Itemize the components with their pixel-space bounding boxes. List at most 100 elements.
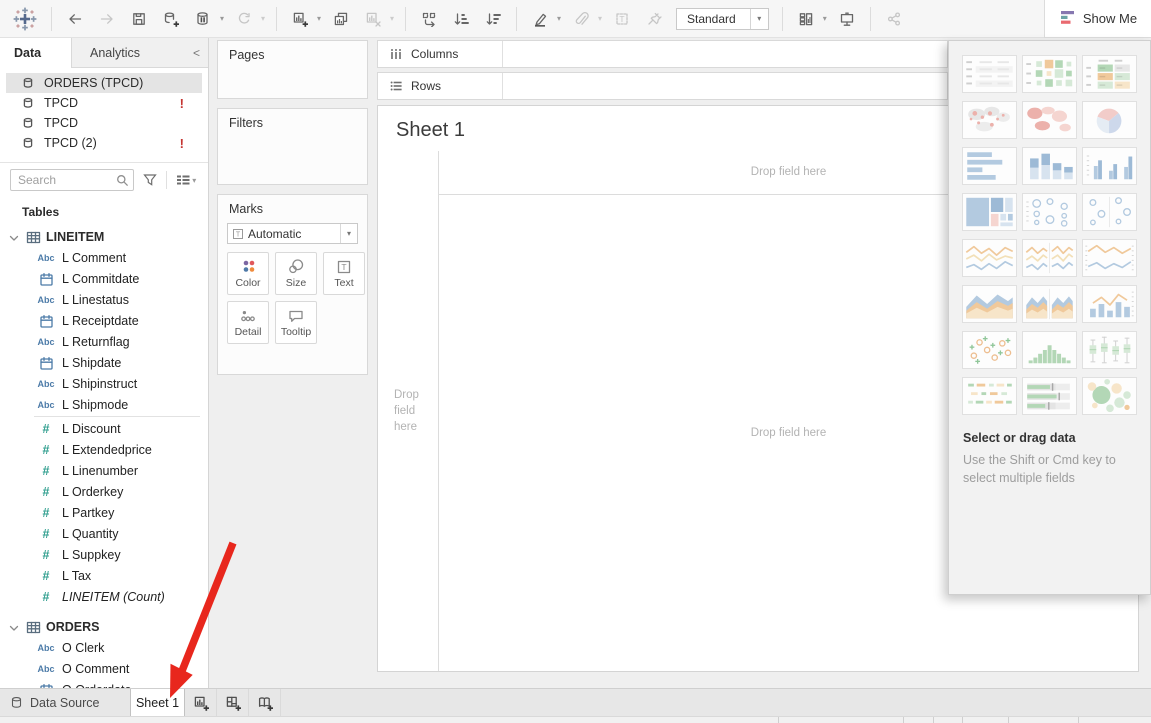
field-item[interactable]: #L Extendedprice — [0, 439, 208, 460]
table-group-orders[interactable]: ORDERS — [0, 617, 208, 637]
view-options-caret[interactable]: ▾ — [192, 176, 200, 185]
field-item[interactable]: AbcL Shipinstruct — [0, 373, 208, 394]
showme-symbol-map[interactable] — [962, 101, 1017, 139]
showme-box-and-whisker[interactable] — [1082, 331, 1137, 369]
pause-auto-updates-button-caret[interactable]: ▾ — [220, 14, 228, 23]
field-item[interactable]: L Commitdate — [0, 268, 208, 289]
search-box[interactable] — [10, 169, 134, 191]
field-item[interactable]: O Orderdate — [0, 679, 208, 688]
view-options-icon[interactable] — [175, 172, 191, 188]
group-members-button-caret[interactable]: ▾ — [598, 14, 606, 23]
mark-type-caret[interactable]: ▾ — [340, 224, 357, 243]
showme-pie-chart[interactable] — [1082, 101, 1137, 139]
sort-descending-button[interactable] — [480, 5, 506, 33]
show-hide-cards-button[interactable] — [793, 5, 819, 33]
field-item[interactable]: L Shipdate — [0, 352, 208, 373]
pause-auto-updates-button[interactable] — [190, 5, 216, 33]
run-auto-updates-button-caret[interactable]: ▾ — [261, 14, 269, 23]
field-item[interactable]: L Receiptdate — [0, 310, 208, 331]
new-worksheet-button-caret[interactable]: ▾ — [317, 14, 325, 23]
field-item[interactable]: AbcL Returnflag — [0, 331, 208, 352]
collapse-pane-icon[interactable]: < — [193, 46, 200, 60]
fit-selector[interactable]: Standard▾ — [676, 8, 769, 30]
tab-analytics[interactable]: Analytics — [90, 46, 140, 60]
field-item[interactable]: #L Partkey — [0, 502, 208, 523]
marks-size-button[interactable]: Size — [275, 252, 317, 295]
field-item[interactable]: #L Linenumber — [0, 460, 208, 481]
field-item[interactable]: AbcO Comment — [0, 658, 208, 679]
new-data-source-button[interactable] — [158, 5, 184, 33]
showme-horizontal-bars[interactable] — [962, 147, 1017, 185]
showme-packed-bubbles[interactable] — [1082, 377, 1137, 415]
new-worksheet-button[interactable] — [287, 5, 313, 33]
show-hide-cards-button-caret[interactable]: ▾ — [823, 14, 831, 23]
new-story-button[interactable] — [249, 689, 281, 716]
pages-shelf[interactable]: Pages — [217, 40, 368, 99]
sheet-tab-sheet-1[interactable]: Sheet 1 — [130, 689, 185, 716]
field-item[interactable]: AbcO Clerk — [0, 637, 208, 658]
chevron-down-icon[interactable] — [8, 232, 20, 247]
showme-treemap[interactable] — [962, 193, 1017, 231]
showme-side-by-side-bars[interactable] — [1082, 147, 1137, 185]
presentation-mode-button[interactable] — [834, 5, 860, 33]
marks-text-button[interactable]: TText — [323, 252, 365, 295]
showme-gantt[interactable] — [962, 377, 1017, 415]
show-mark-labels-button[interactable]: T — [609, 5, 635, 33]
sort-ascending-button[interactable] — [448, 5, 474, 33]
showme-highlight-table[interactable] — [1022, 55, 1077, 93]
show-me-button[interactable]: Show Me — [1044, 0, 1151, 38]
group-members-button[interactable] — [568, 5, 594, 33]
fix-axes-button[interactable] — [641, 5, 667, 33]
data-source-item[interactable]: TPCD! — [6, 93, 202, 113]
duplicate-sheet-button[interactable] — [328, 5, 354, 33]
highlight-button[interactable] — [527, 5, 553, 33]
field-item[interactable]: #L Quantity — [0, 523, 208, 544]
showme-area-continuous[interactable] — [962, 285, 1017, 323]
columns-shelf[interactable]: Columns — [377, 40, 948, 68]
field-item[interactable]: AbcL Comment — [0, 247, 208, 268]
showme-bullet-graph[interactable] — [1022, 377, 1077, 415]
undo-button[interactable] — [62, 5, 88, 33]
showme-text-table[interactable] — [962, 55, 1017, 93]
filter-fields-icon[interactable] — [142, 172, 158, 188]
field-item[interactable]: #L Suppkey — [0, 544, 208, 565]
mark-type-dropdown[interactable]: T Automatic ▾ — [227, 223, 358, 244]
showme-area-discrete[interactable] — [1022, 285, 1077, 323]
showme-side-by-side-circles[interactable] — [1082, 193, 1137, 231]
chevron-down-icon[interactable] — [8, 622, 20, 637]
showme-stacked-bars[interactable] — [1022, 147, 1077, 185]
rows-shelf[interactable]: Rows — [377, 72, 948, 100]
field-item[interactable]: #L Tax — [0, 565, 208, 586]
field-item[interactable]: #L Orderkey — [0, 481, 208, 502]
save-button[interactable] — [126, 5, 152, 33]
run-auto-updates-button[interactable] — [231, 5, 257, 33]
showme-lines-discrete[interactable] — [1022, 239, 1077, 277]
data-source-item[interactable]: ORDERS (TPCD) — [6, 73, 202, 93]
field-item[interactable]: AbcL Shipmode — [0, 394, 208, 415]
showme-heat-map[interactable] — [1082, 55, 1137, 93]
swap-rows-columns-button[interactable] — [416, 5, 442, 33]
tab-data[interactable]: Data — [0, 38, 72, 68]
clear-sheet-button[interactable] — [360, 5, 386, 33]
new-dashboard-button[interactable] — [217, 689, 249, 716]
showme-dual-lines[interactable] — [1082, 239, 1137, 277]
field-item[interactable]: AbcL Linestatus — [0, 289, 208, 310]
data-source-tab[interactable]: Data Source — [0, 689, 130, 716]
field-item[interactable]: #LINEITEM (Count) — [0, 586, 208, 607]
marks-detail-button[interactable]: Detail — [227, 301, 269, 344]
data-source-item[interactable]: TPCD — [6, 113, 202, 133]
fit-selector-caret[interactable]: ▾ — [750, 9, 768, 29]
showme-filled-map[interactable] — [1022, 101, 1077, 139]
showme-circle-views[interactable] — [1022, 193, 1077, 231]
redo-button[interactable] — [94, 5, 120, 33]
showme-lines-continuous[interactable] — [962, 239, 1017, 277]
new-worksheet-button[interactable] — [185, 689, 217, 716]
filters-shelf[interactable]: Filters — [217, 108, 368, 185]
table-group-lineitem[interactable]: LINEITEM — [0, 227, 208, 247]
field-item[interactable]: #L Discount — [0, 418, 208, 439]
highlight-button-caret[interactable]: ▾ — [557, 14, 565, 23]
showme-dual-combination[interactable] — [1082, 285, 1137, 323]
share-workbook-button[interactable] — [881, 5, 907, 33]
data-source-item[interactable]: TPCD (2)! — [6, 133, 202, 153]
showme-scatter-plot[interactable] — [962, 331, 1017, 369]
